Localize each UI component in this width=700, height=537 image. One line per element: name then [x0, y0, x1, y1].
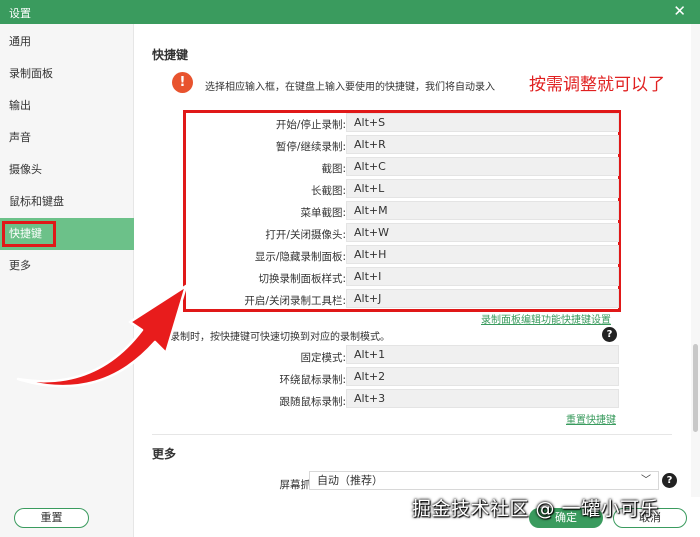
scrollbar-thumb[interactable] [693, 344, 698, 432]
sidebar-item-general[interactable]: 通用 [0, 26, 134, 58]
shortcut-label: 截图: [321, 163, 346, 175]
reset-button[interactable]: 重置 [14, 508, 89, 528]
help-icon[interactable]: ? [602, 327, 617, 342]
sidebar-item-output[interactable]: 输出 [0, 90, 134, 122]
shortcut-field-switch-panel-style[interactable]: Alt+I [346, 267, 619, 286]
highlight-box-sidebar [2, 221, 56, 247]
main-panel: 快捷键 ! 选择相应输入框，在键盘上输入要使用的快捷键，我们将自动录入 按需调整… [135, 24, 691, 497]
sidebar-item-camera[interactable]: 摄像头 [0, 154, 134, 186]
shortcut-label: 开启/关闭录制工具栏: [244, 295, 346, 307]
shortcut-label: 打开/关闭摄像头: [265, 229, 346, 241]
shortcut-label: 开始/停止录制: [275, 119, 346, 131]
shortcut-field-toggle-toolbar[interactable]: Alt+J [346, 289, 619, 308]
shortcut-label: 切换录制面板样式: [258, 273, 346, 285]
shortcut-field-screenshot[interactable]: Alt+C [346, 157, 619, 176]
mode-field-follow-mouse[interactable]: Alt+3 [346, 389, 619, 408]
shortcut-label: 菜单截图: [300, 207, 346, 219]
capture-mode-value: 自动（推荐） [317, 474, 383, 487]
sidebar-item-mouse-keyboard[interactable]: 鼠标和键盘 [0, 186, 134, 218]
shortcut-field-long-screenshot[interactable]: Alt+L [346, 179, 619, 198]
close-icon[interactable]: ✕ [673, 3, 686, 19]
mode-field-around-mouse[interactable]: Alt+2 [346, 367, 619, 386]
shortcut-label: 长截图: [310, 185, 346, 197]
window-title: 设置 [9, 7, 31, 20]
mode-label: 固定模式: [300, 352, 346, 364]
sidebar-item-more[interactable]: 更多 [0, 250, 134, 282]
shortcut-field-menu-screenshot[interactable]: Alt+M [346, 201, 619, 220]
shortcut-label: 显示/隐藏录制面板: [254, 251, 346, 263]
shortcut-field-toggle-camera[interactable]: Alt+W [346, 223, 619, 242]
title-bar: 设置 ✕ [0, 0, 700, 24]
mode-description: 录制时，按快捷键可快速切换到对应的录制模式。 [170, 332, 390, 343]
section-title-more: 更多 [152, 447, 177, 461]
reset-shortcuts-link[interactable]: 重置快捷键 [566, 411, 616, 426]
capture-mode-select[interactable]: 自动（推荐） ﹀ [309, 471, 659, 490]
shortcut-field-start-stop[interactable]: Alt+S [346, 113, 619, 132]
mode-label: 环绕鼠标录制: [279, 374, 346, 386]
help-icon[interactable]: ? [662, 473, 677, 488]
shortcut-field-toggle-panel[interactable]: Alt+H [346, 245, 619, 264]
sidebar-item-audio[interactable]: 声音 [0, 122, 134, 154]
watermark: 掘金技术社区 @ 一罐小可乐 [412, 498, 660, 520]
sidebar-item-recording-panel[interactable]: 录制面板 [0, 58, 134, 90]
mode-label: 跟随鼠标录制: [279, 396, 346, 408]
panel-shortcut-settings-link[interactable]: 录制面板编辑功能快捷键设置 [481, 311, 611, 326]
annotation-text: 按需调整就可以了 [529, 75, 665, 95]
mode-field-fixed[interactable]: Alt+1 [346, 345, 619, 364]
chevron-down-icon: ﹀ [641, 475, 651, 486]
section-divider [152, 434, 672, 435]
shortcut-field-pause-resume[interactable]: Alt+R [346, 135, 619, 154]
sidebar: 通用 录制面板 输出 声音 摄像头 鼠标和键盘 快捷键 更多 [0, 24, 134, 497]
warning-icon: ! [172, 72, 193, 93]
section-title-shortcuts: 快捷键 [152, 48, 189, 62]
shortcut-label: 暂停/继续录制: [275, 141, 346, 153]
shortcut-hint: 选择相应输入框，在键盘上输入要使用的快捷键，我们将自动录入 [205, 82, 495, 93]
